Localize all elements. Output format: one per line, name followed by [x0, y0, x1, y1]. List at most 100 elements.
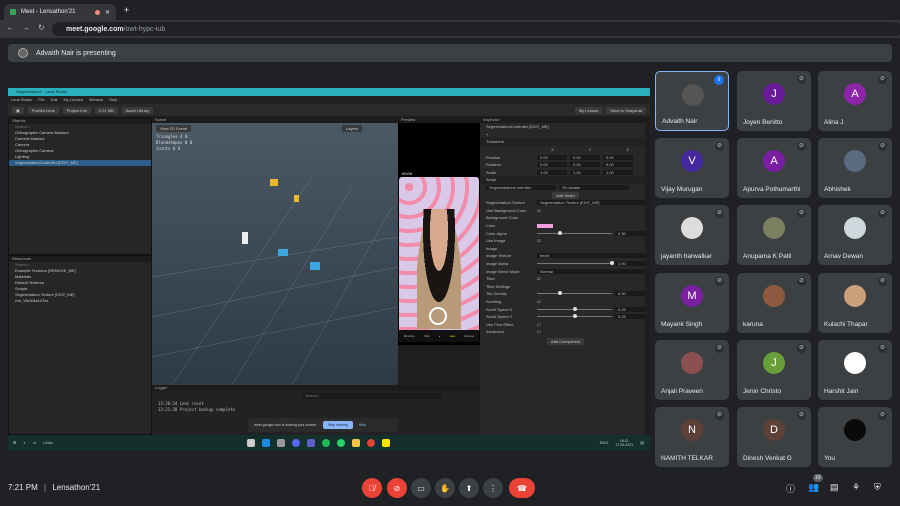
scale-z[interactable]: 1.00 — [603, 169, 633, 175]
menu-edit[interactable]: Edit — [51, 96, 58, 104]
memories-tab[interactable]: Memories — [404, 335, 415, 338]
present-button[interactable]: ⬆ — [459, 478, 479, 498]
density-slider[interactable] — [537, 291, 612, 296]
participant-tile[interactable]: Advaith Nair ıl — [655, 71, 729, 131]
bg-color-group[interactable]: Background Color — [480, 214, 645, 222]
menu-window[interactable]: Window — [89, 96, 103, 104]
scroll-y-value[interactable]: 0.25 — [615, 314, 645, 320]
object-item-selected[interactable]: SegmentationController [EDIT_ME] — [9, 160, 151, 166]
captions-button[interactable]: ▭ — [411, 478, 431, 498]
participant-tile[interactable]: J Joyen Benitto ⊘ — [737, 71, 811, 131]
participant-tile[interactable]: karuna ⊘ — [737, 273, 811, 333]
menu-help[interactable]: Help — [109, 96, 117, 104]
transform-header[interactable]: Transform — [480, 138, 645, 146]
preview-tab[interactable]: Preview — [398, 117, 480, 123]
view-2d-scene-button[interactable]: View 2D Scene — [156, 125, 192, 132]
participant-tile[interactable]: Anjali Praveen ⊘ — [655, 340, 729, 400]
stop-sharing-button[interactable]: Stop sharing — [323, 421, 353, 429]
scene-view[interactable]: Scene View 2D Scene Layers Triangles 4 0… — [152, 117, 398, 385]
raise-hand-button[interactable]: ✋ — [435, 478, 455, 498]
advanced-checkbox[interactable]: ☐ — [537, 329, 541, 334]
leave-call-button[interactable]: ☎ — [509, 478, 535, 498]
meeting-info-icon[interactable]: ⓘ — [786, 482, 795, 495]
participant-tile[interactable]: V Vijay Murugan ⊘ — [655, 138, 729, 198]
chrome-icon[interactable] — [366, 438, 375, 447]
position-y[interactable]: 0.00 — [570, 154, 600, 160]
participant-tile[interactable]: A Apurva Pothumarthi ⊘ — [737, 138, 811, 198]
notifications-icon[interactable]: ▤ — [640, 440, 644, 445]
position-z[interactable]: 0.00 — [603, 154, 633, 160]
back-icon[interactable]: ← — [6, 23, 14, 32]
add-component-button[interactable]: Add Component — [547, 337, 584, 345]
post-effect-checkbox[interactable]: ☐ — [537, 322, 541, 327]
slider-knob[interactable] — [572, 314, 577, 319]
participant-tile[interactable]: Harshit Jain ⊘ — [818, 340, 892, 400]
participant-tile[interactable]: D Dinesh Venkat G ⊘ — [737, 407, 811, 467]
participant-tile[interactable]: Abhishek ⊘ — [818, 138, 892, 198]
menu-file[interactable]: File — [38, 96, 44, 104]
close-tab-icon[interactable]: ✕ — [105, 9, 110, 16]
activities-icon[interactable]: ⚘ — [852, 482, 860, 493]
use-bg-checkbox[interactable]: ☑ — [537, 208, 541, 213]
participant-tile[interactable]: jayanth harwalkar ⊘ — [655, 205, 729, 265]
tiled-checkbox[interactable]: ☑ — [537, 276, 541, 281]
file-explorer-icon[interactable] — [351, 438, 360, 447]
participant-tile[interactable]: You ⊘ — [818, 407, 892, 467]
sticky-notes-icon[interactable] — [381, 438, 390, 447]
windows-start-icon[interactable]: ⊞ — [13, 440, 16, 445]
scene-object[interactable] — [278, 249, 288, 256]
add-script-button[interactable]: Add Script — [552, 191, 579, 199]
search-icon[interactable]: ⌕ — [23, 440, 25, 445]
language-indicator[interactable]: ENG — [600, 440, 609, 445]
host-controls-icon[interactable]: ⛨ — [874, 482, 881, 493]
slider-knob[interactable] — [610, 260, 614, 265]
teams-icon[interactable] — [306, 438, 315, 447]
density-value[interactable]: 6.00 — [615, 291, 645, 297]
hide-button[interactable]: Hide — [359, 423, 366, 427]
camera-icon[interactable]: ▣ — [12, 106, 24, 114]
slider-knob[interactable] — [557, 291, 562, 296]
rotation-x[interactable]: 0.00 — [537, 162, 567, 168]
rotation-y[interactable]: 0.00 — [570, 162, 600, 168]
script-header[interactable]: Script — [480, 176, 645, 184]
app-icon[interactable] — [276, 438, 285, 447]
color-swatch[interactable] — [537, 223, 553, 228]
scale-x[interactable]: 1.00 — [537, 169, 567, 175]
browser-tab[interactable]: Meet - Lensathon'21 ✕ — [4, 4, 116, 20]
url-field[interactable]: meet.google.com/owt-hypc-iub — [52, 22, 900, 36]
publish-lens-button[interactable]: Publish Lens — [27, 106, 59, 114]
my-lenses-button[interactable]: My Lenses — [574, 106, 603, 114]
img-alpha-slider[interactable] — [537, 260, 614, 265]
participant-tile[interactable]: Kulachi Thapar ⊘ — [818, 273, 892, 333]
image-group[interactable]: Image — [480, 245, 645, 253]
project-info-button[interactable]: Project Info — [62, 106, 91, 114]
asset-library-button[interactable]: Asset Library — [121, 106, 154, 114]
menu-lens-studio[interactable]: Lens Studio — [11, 96, 32, 104]
participant-tile[interactable]: J Jenin Christo ⊘ — [737, 340, 811, 400]
script-name-field[interactable]: SegmentationController — [486, 185, 556, 191]
capture-button[interactable] — [429, 307, 447, 325]
reload-icon[interactable]: ↻ — [38, 23, 45, 32]
participant-tile[interactable]: A Alina J ⊘ — [818, 71, 892, 131]
participant-tile[interactable]: N NAMITH TELKAR ⊘ — [655, 407, 729, 467]
alpha-value[interactable]: 0.30 — [615, 230, 645, 236]
new-tab-button[interactable]: + — [124, 5, 129, 15]
scene-object[interactable] — [242, 232, 248, 244]
resource-item[interactable]: cvs_Vfu50kk14Toz — [9, 298, 151, 304]
microphone-off-button[interactable]: 🎙̸ — [362, 478, 382, 498]
scrolling-checkbox[interactable]: ☑ — [537, 299, 541, 304]
participant-tile[interactable]: Anupama K Patil ⊘ — [737, 205, 811, 265]
people-icon[interactable]: 👥 — [808, 482, 819, 493]
tiled-settings-group[interactable]: Tiled Settings — [480, 282, 645, 290]
forward-icon[interactable]: → — [22, 23, 30, 32]
seg-tex-field[interactable]: Segmentation Texture [EDIT_ME] — [537, 200, 645, 206]
camera-off-button[interactable]: ⊘ — [387, 478, 407, 498]
img-tex-field[interactable]: heart — [537, 253, 645, 259]
layers-dropdown[interactable]: Layers — [342, 125, 363, 132]
task-view-icon[interactable]: ▭ — [33, 440, 37, 445]
send-to-snapchat-button[interactable]: Send to Snapchat — [606, 106, 646, 114]
scroll-x-slider[interactable] — [537, 306, 612, 311]
img-alpha-value[interactable]: 1.00 — [615, 260, 645, 266]
event-dropdown[interactable]: On Awake — [559, 185, 629, 191]
scroll-y-slider[interactable] — [537, 314, 612, 319]
